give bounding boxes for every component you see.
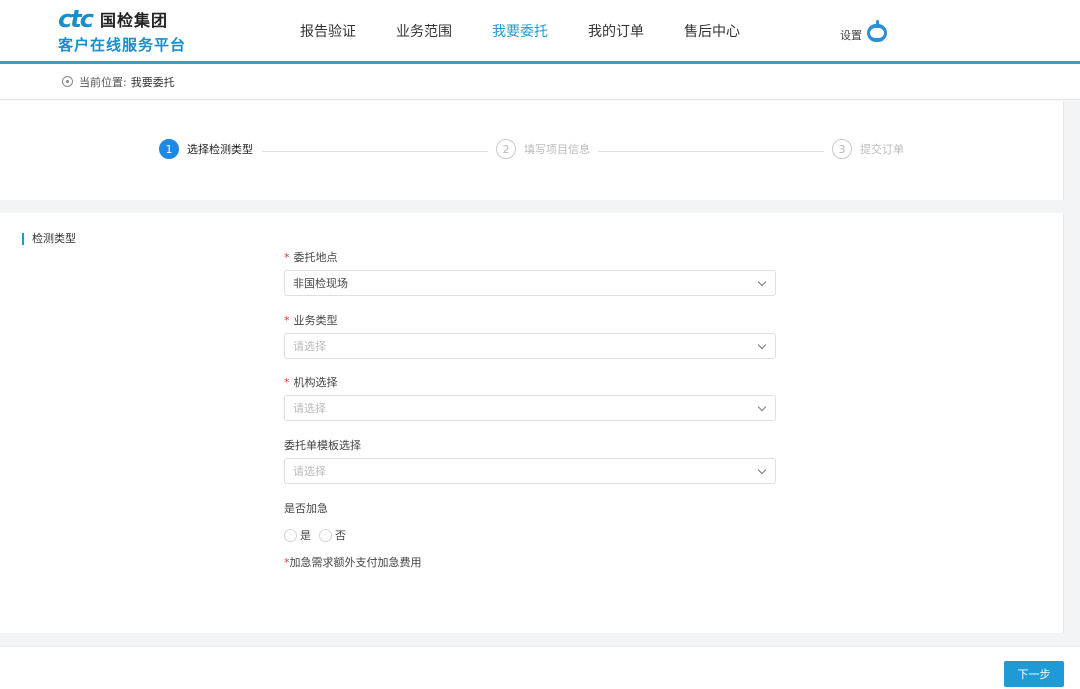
breadcrumb: 当前位置: 我要委托 (0, 64, 1080, 100)
top-header: ctc 国检集团 客户在线服务平台 报告验证 业务范围 我要委托 我的订单 售后… (0, 0, 1080, 64)
settings-label: 设置 (840, 29, 862, 42)
breadcrumb-current: 我要委托 (130, 75, 175, 89)
step-label: 选择检测类型 (187, 143, 253, 156)
footer-bar: 下一步 (0, 646, 1080, 689)
field-label-location: * 委托地点 (284, 251, 338, 264)
logo[interactable]: ctc 国检集团 客户在线服务平台 (58, 5, 208, 54)
template-placeholder: 请选择 (293, 465, 326, 478)
urgent-no-radio[interactable]: 否 (319, 527, 346, 543)
institution-select[interactable]: 请选择 (284, 395, 776, 421)
logo-subtitle: 客户在线服务平台 (58, 36, 187, 54)
steps-panel: 1 选择检测类型 2 填写项目信息 3 提交订单 (0, 101, 1064, 200)
field-label-institution: * 机构选择 (284, 376, 338, 389)
nav-report-verify[interactable]: 报告验证 (300, 21, 356, 41)
radio-label: 是 (300, 529, 311, 542)
field-label-business-type: * 业务类型 (284, 314, 338, 327)
step-label: 填写项目信息 (524, 143, 590, 156)
urgent-fee-note: *加急需求额外支付加急费用 (284, 556, 422, 569)
chevron-down-icon (757, 340, 767, 350)
location-select-value: 非国检现场 (293, 277, 348, 290)
field-label-urgent: 是否加急 (284, 502, 328, 515)
step-number: 1 (159, 139, 179, 159)
radio-circle (319, 528, 332, 542)
main-nav: 报告验证 业务范围 我要委托 我的订单 售后中心 (280, 0, 760, 61)
field-label-template: 委托单模板选择 (284, 439, 361, 452)
radio-label: 否 (335, 529, 346, 542)
chevron-down-icon (757, 277, 767, 287)
required-mark: * (284, 251, 290, 264)
step-1: 1 选择检测类型 (159, 139, 253, 159)
form-panel: 检测类型 * 委托地点 非国检现场 * 业务类型 请选择 * 机构选择 请选择 委托单… (0, 213, 1064, 633)
step-connector (598, 151, 824, 152)
logo-name: 国检集团 (99, 11, 168, 30)
chevron-down-icon (757, 465, 767, 475)
step-number: 3 (832, 139, 852, 159)
robot-avatar-icon (866, 20, 888, 44)
step-2: 2 填写项目信息 (496, 139, 590, 159)
nav-commission[interactable]: 我要委托 (492, 21, 548, 41)
step-label: 提交订单 (860, 143, 904, 156)
business-type-select[interactable]: 请选择 (284, 333, 776, 359)
business-type-placeholder: 请选择 (293, 340, 326, 353)
institution-placeholder: 请选择 (293, 402, 326, 415)
settings-button[interactable]: 设置 (840, 20, 888, 44)
chevron-down-icon (757, 402, 767, 412)
breadcrumb-label: 当前位置: (79, 75, 127, 89)
urgent-yes-radio[interactable]: 是 (284, 527, 311, 543)
urgent-radio-group: 是 否 (284, 527, 354, 543)
next-step-button[interactable]: 下一步 (1004, 661, 1064, 687)
location-select[interactable]: 非国检现场 (284, 270, 776, 296)
location-icon (62, 76, 73, 87)
nav-after-sales[interactable]: 售后中心 (684, 21, 740, 41)
required-mark: * (284, 376, 290, 389)
logo-mark: ctc (58, 5, 94, 33)
step-connector (262, 151, 488, 152)
required-mark: * (284, 314, 290, 327)
nav-business-scope[interactable]: 业务范围 (396, 21, 452, 41)
nav-my-orders[interactable]: 我的订单 (588, 21, 644, 41)
step-3: 3 提交订单 (832, 139, 904, 159)
radio-circle (284, 528, 297, 542)
section-title: 检测类型 (22, 233, 76, 245)
step-number: 2 (496, 139, 516, 159)
template-select[interactable]: 请选择 (284, 458, 776, 484)
